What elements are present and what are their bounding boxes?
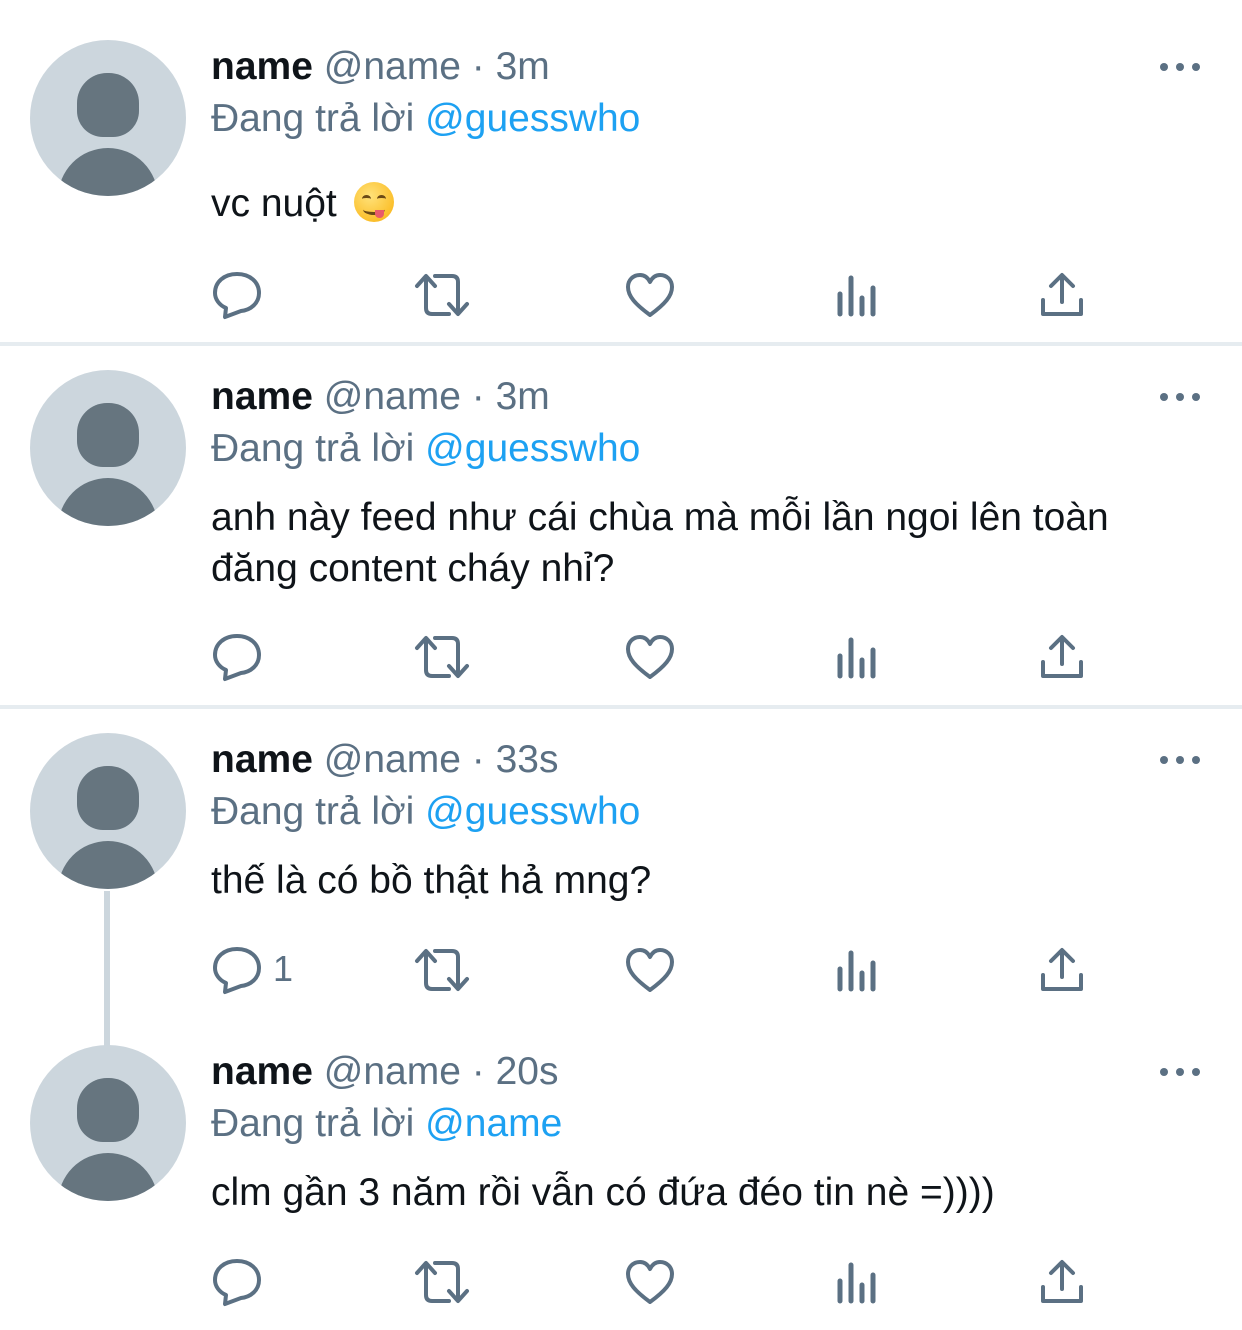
tweet[interactable]: name @name · 20s Đang trả lời @name clm … [0,1021,1242,1330]
retweet-button[interactable] [413,1257,471,1307]
timestamp[interactable]: 33s [496,738,559,781]
savoring-food-emoji [353,182,394,222]
like-button[interactable] [625,270,675,320]
display-name[interactable]: name [211,45,313,88]
replying-to: Đang trả lời @guesswho [211,94,640,144]
replying-to-label: Đang trả lời [211,1102,415,1145]
more-icon[interactable] [1160,391,1200,403]
user-handle[interactable]: @name [324,45,461,88]
reply-count: 1 [273,948,294,989]
tweet-actions [211,270,1111,320]
tweet[interactable]: name @name · 3m Đang trả lời @guesswho v… [0,0,1242,342]
analytics-icon [837,950,876,992]
reply-icon [213,634,261,681]
tweet[interactable]: name @name · 3m Đang trả lời @guesswho a… [0,346,1242,705]
share-icon [1041,1260,1083,1303]
like-icon [626,1260,674,1304]
like-icon [626,273,674,317]
reply-button[interactable]: 1 [211,945,311,995]
replying-to: Đang trả lời @guesswho [211,787,640,837]
more-icon[interactable] [1160,61,1200,73]
tweet-header: name @name · 3m [211,42,550,92]
retweet-icon [415,636,469,678]
avatar[interactable] [30,370,186,526]
replying-to: Đang trả lời @name [211,1099,562,1149]
retweet-button[interactable] [413,270,471,320]
like-button[interactable] [625,632,675,682]
timestamp[interactable]: 3m [496,375,550,418]
like-icon [626,948,674,992]
display-name[interactable]: name [211,375,313,418]
replying-to: Đang trả lời @guesswho [211,424,640,474]
reply-icon [213,272,261,319]
tweet-actions [211,1257,1111,1307]
tweet-text: thế là có bồ thật hả mng? [211,859,652,902]
tweet-text: clm gần 3 năm rồi vẫn có đứa đéo tin nè … [211,1171,995,1214]
analytics-button[interactable] [835,945,879,995]
retweet-button[interactable] [413,945,471,995]
analytics-button[interactable] [835,1257,879,1307]
separator-dot: · [471,45,485,88]
share-button[interactable] [1039,945,1085,995]
display-name[interactable]: name [211,738,313,781]
separator-dot: · [471,375,485,418]
tweet-actions: 1 [211,945,1111,995]
share-icon [1041,635,1083,678]
retweet-button[interactable] [413,632,471,682]
analytics-button[interactable] [835,270,879,320]
analytics-icon [837,637,876,679]
mention-link[interactable]: @name [425,1102,562,1145]
reply-button[interactable] [211,632,263,682]
user-handle[interactable]: @name [324,375,461,418]
mention-link[interactable]: @guesswho [425,97,640,140]
tweet-text-block: vc nuột [211,178,1171,229]
like-button[interactable] [625,945,675,995]
share-button[interactable] [1039,270,1085,320]
reply-button[interactable] [211,1257,263,1307]
tweet-header: name @name · 20s [211,1047,558,1097]
timestamp[interactable]: 20s [496,1050,559,1093]
separator-dot: · [471,1050,485,1093]
avatar[interactable] [30,40,186,196]
replying-to-label: Đang trả lời [211,790,415,833]
replying-to-label: Đang trả lời [211,427,415,470]
separator-dot: · [471,738,485,781]
like-button[interactable] [625,1257,675,1307]
like-icon [626,635,674,679]
share-icon [1041,273,1083,316]
timestamp[interactable]: 3m [496,45,550,88]
tweet-text: vc nuột [211,182,337,225]
retweet-icon [415,1261,469,1303]
display-name[interactable]: name [211,1050,313,1093]
tweet-text: anh này feed như cái chùa mà mỗi lần ngo… [211,496,1109,590]
analytics-icon [837,275,876,317]
more-icon[interactable] [1160,1066,1200,1078]
user-handle[interactable]: @name [324,738,461,781]
more-icon[interactable] [1160,754,1200,766]
tweet-header: name @name · 33s [211,735,558,785]
tweet-actions [211,632,1111,682]
reply-icon [213,1259,261,1306]
user-handle[interactable]: @name [324,1050,461,1093]
avatar[interactable] [30,733,186,889]
analytics-icon [837,1262,876,1304]
mention-link[interactable]: @guesswho [425,427,640,470]
reply-icon [213,947,261,994]
mention-link[interactable]: @guesswho [425,790,640,833]
share-button[interactable] [1039,1257,1085,1307]
share-icon [1041,948,1083,991]
reply-button[interactable] [211,270,263,320]
retweet-icon [415,274,469,316]
analytics-button[interactable] [835,632,879,682]
tweet-header: name @name · 3m [211,372,550,422]
avatar[interactable] [30,1045,186,1201]
tweet[interactable]: name @name · 33s Đang trả lời @guesswho … [0,709,1242,1047]
share-button[interactable] [1039,632,1085,682]
replying-to-label: Đang trả lời [211,97,415,140]
retweet-icon [415,949,469,991]
